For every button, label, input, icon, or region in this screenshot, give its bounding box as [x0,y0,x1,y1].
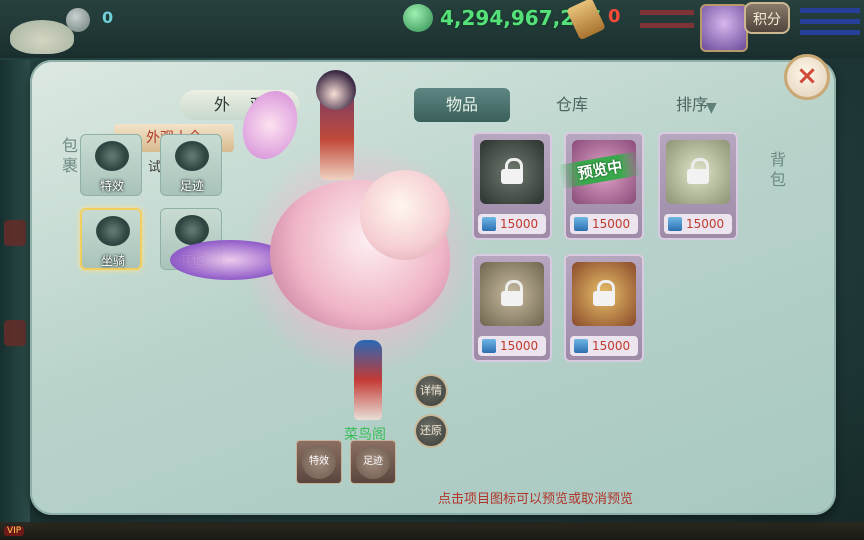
category-mount[interactable]: 坐骑 [80,208,142,270]
tab-items[interactable]: 物品 [414,88,510,122]
lock-icon [591,280,617,306]
ticket-icon [482,217,496,231]
restore-button[interactable]: 还原 [414,414,448,448]
item-price: 15000 [664,214,732,234]
category-effect[interactable]: 特效 [80,134,142,196]
lotus-logo-icon [10,20,74,54]
top-hud: 0 4,294,967,295 0 积分 [0,0,864,58]
fan-ornament [233,83,307,167]
footprint-icon [175,141,209,171]
ticket-icon [574,217,588,231]
item-price: 15000 [570,214,638,234]
silver-value: 0 [102,8,114,27]
price-value: 15000 [686,217,725,231]
item-slot[interactable]: 15000 [658,132,738,240]
hint-text: 点击项目图标可以预览或取消预览 [438,492,634,507]
price-value: 15000 [500,339,539,353]
item-slot[interactable]: 15000 [564,254,644,362]
vip-badge: VIP [4,526,25,536]
lock-icon [685,158,711,184]
side-tab-backpack[interactable]: 背包 [768,150,788,190]
character-preview[interactable] [170,70,500,450]
left-edge-decor [0,60,30,530]
ticket-icon [668,217,682,231]
bottom-strip [0,522,864,540]
close-button[interactable]: × [784,54,830,100]
category-label: 特效 [99,179,124,193]
yin-yang-icon [95,141,129,171]
category-label: 坐骑 [100,254,125,268]
horse-icon [96,216,130,246]
item-price: 15000 [570,336,638,356]
item-slot[interactable]: 预览中 15000 [558,132,644,240]
price-value: 15000 [592,217,631,231]
ticket-value: 0 [608,6,621,27]
category-label: 足迹 [179,179,204,193]
footprint-toggle-button[interactable]: 足迹 [350,440,396,484]
lock-icon [499,280,525,306]
score-button[interactable]: 积分 [744,2,790,34]
misc-icon [175,215,209,245]
tab-storage[interactable]: 仓库 [524,88,620,122]
rider-head [316,70,356,110]
status-bars-right [800,8,860,41]
effect-label: 特效 [302,445,336,479]
character-figure [354,340,382,420]
detail-button[interactable]: 详情 [414,374,448,408]
price-value: 15000 [592,339,631,353]
price-value: 15000 [500,217,539,231]
chevron-down-icon[interactable]: ▼ [706,100,728,116]
side-chip [4,220,26,246]
player-avatar[interactable] [700,4,748,52]
status-bars [640,10,694,40]
side-chip [4,320,26,346]
item-slot[interactable]: 15000 [472,132,552,240]
item-price: 15000 [478,214,546,234]
effect-toggle-button[interactable]: 特效 [296,440,342,484]
wardrobe-panel: 外观 外观大全 试衣搭配 包裹 特效 足迹 坐骑 其他 详情 还原 菜鸟阁 特效… [30,60,836,515]
silver-coin-icon [66,8,90,32]
ticket-icon [574,339,588,353]
ticket-icon [482,339,496,353]
side-tab-bag[interactable]: 包裹 [60,136,80,176]
lock-icon [499,158,525,184]
item-slot[interactable]: 15000 [472,254,552,362]
footprint-label: 足迹 [356,445,390,479]
lion-head [360,170,450,260]
category-footprint[interactable]: 足迹 [160,134,222,196]
gold-coin-icon [403,4,433,32]
item-price: 15000 [478,336,546,356]
